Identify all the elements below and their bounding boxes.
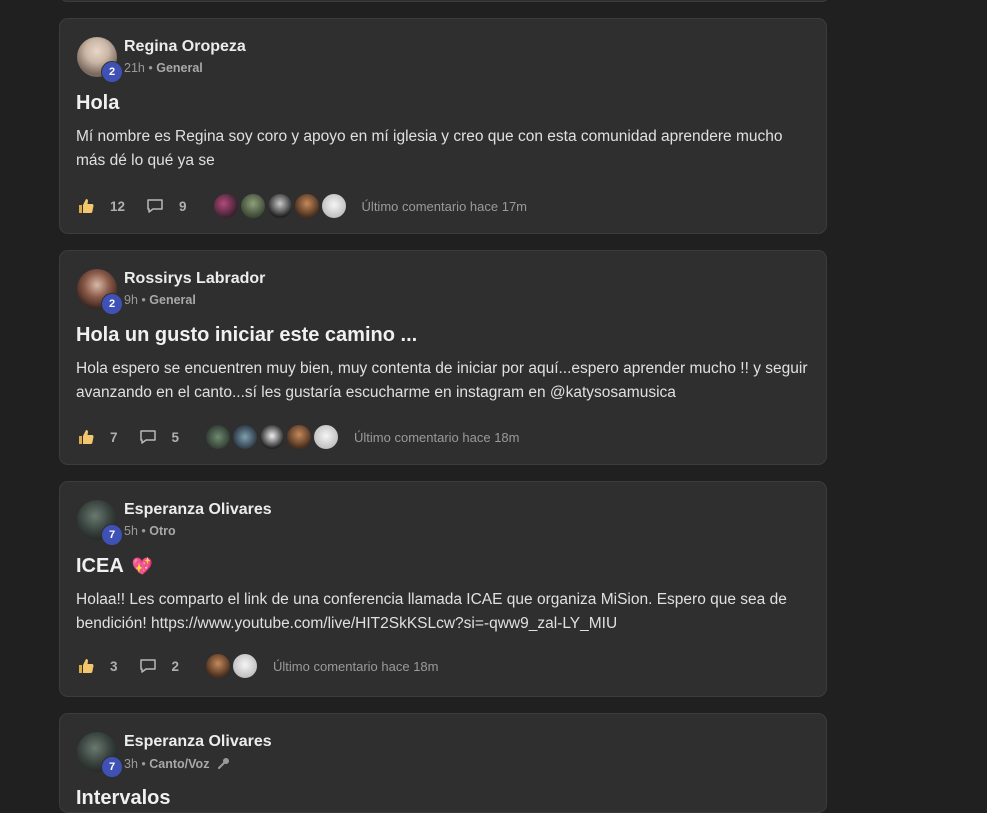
- post-title[interactable]: ICEA 💖: [76, 555, 153, 578]
- commenter-avatar[interactable]: [232, 653, 259, 679]
- comment-icon[interactable]: [138, 656, 158, 676]
- comment-count: 5: [171, 429, 180, 445]
- post-actions: 12 9 Último comentario hace 17m: [76, 192, 527, 220]
- author-name[interactable]: Rossirys Labrador: [124, 270, 265, 288]
- author-avatar[interactable]: 7: [77, 732, 123, 778]
- like-count: 12: [110, 198, 126, 214]
- post-card[interactable]: 2 Regina Oropeza 21h • General Hola Mí n…: [59, 18, 827, 234]
- commenter-avatar[interactable]: [212, 193, 239, 219]
- commenter-avatar[interactable]: [286, 424, 313, 450]
- level-badge: 7: [101, 756, 123, 778]
- post-time: 3h: [124, 757, 138, 771]
- post-body: Holaa!! Les comparto el link de una conf…: [76, 591, 787, 632]
- post-card[interactable]: 7 Esperanza Olivares 3h • Canto/Voz Inte…: [59, 713, 827, 813]
- post-title[interactable]: Hola un gusto iniciar este camino ...: [76, 324, 417, 347]
- commenter-avatar[interactable]: [259, 424, 286, 450]
- post-actions: 3 2 Último comentario hace 18m: [76, 652, 439, 680]
- post-time: 5h: [124, 524, 138, 538]
- commenter-avatar[interactable]: [205, 653, 232, 679]
- comment-count: 9: [179, 198, 187, 214]
- thumbs-up-icon[interactable]: [76, 656, 96, 676]
- meta-separator: •: [141, 757, 146, 771]
- author-avatar[interactable]: 2: [77, 37, 123, 83]
- post-category[interactable]: General: [149, 293, 196, 307]
- commenter-avatars: [205, 653, 259, 679]
- post-time: 9h: [124, 293, 138, 307]
- commenter-avatar[interactable]: [239, 193, 266, 219]
- post-body: Hola espero se encuentren muy bien, muy …: [76, 360, 808, 401]
- author-name[interactable]: Esperanza Olivares: [124, 733, 272, 751]
- last-comment-time: Último comentario hace 18m: [354, 429, 520, 445]
- commenter-avatars: [212, 193, 348, 219]
- commenter-avatar[interactable]: [320, 193, 347, 219]
- like-count: 3: [110, 658, 118, 674]
- meta-separator: •: [141, 293, 146, 307]
- post-actions: 7 5 Último comentario hace 18m: [76, 423, 520, 451]
- post-category[interactable]: Otro: [149, 524, 175, 538]
- meta-separator: •: [148, 61, 153, 75]
- commenter-avatar[interactable]: [266, 193, 293, 219]
- microphone-icon: [217, 758, 229, 769]
- commenter-avatar[interactable]: [205, 424, 232, 450]
- post-title-text: Intervalos: [76, 787, 171, 809]
- meta-separator: •: [141, 524, 146, 538]
- like-count: 7: [110, 429, 118, 445]
- author-name[interactable]: Regina Oropeza: [124, 38, 246, 56]
- comment-icon[interactable]: [145, 196, 165, 216]
- level-badge: 7: [101, 524, 123, 546]
- last-comment-time: Último comentario hace 18m: [273, 658, 439, 674]
- level-badge: 2: [101, 61, 123, 83]
- post-card[interactable]: 7 Esperanza Olivares 5h • Otro ICEA 💖 Ho…: [59, 481, 827, 697]
- post-time: 21h: [124, 61, 145, 75]
- author-avatar[interactable]: 7: [77, 500, 123, 546]
- previous-post-card-edge: [60, 0, 829, 2]
- post-meta: 5h • Otro: [124, 524, 176, 538]
- post-category[interactable]: Canto/Voz: [149, 757, 209, 771]
- last-comment-time: Último comentario hace 17m: [361, 198, 528, 214]
- post-body: Mí nombre es Regina soy coro y apoyo en …: [76, 128, 783, 169]
- post-category[interactable]: General: [156, 61, 203, 75]
- commenter-avatars: [205, 424, 340, 450]
- post-meta: 9h • General: [124, 293, 196, 307]
- post-meta: 3h • Canto/Voz: [124, 756, 231, 771]
- post-title-text: ICEA: [76, 555, 124, 577]
- post-card[interactable]: 2 Rossirys Labrador 9h • General Hola un…: [59, 250, 827, 465]
- post-meta: 21h • General: [124, 61, 203, 75]
- author-name[interactable]: Esperanza Olivares: [124, 501, 272, 519]
- heart-icon: 💖: [131, 556, 153, 576]
- level-badge: 2: [101, 293, 123, 315]
- comment-count: 2: [171, 658, 180, 674]
- thumbs-up-icon[interactable]: [76, 196, 96, 216]
- commenter-avatar[interactable]: [232, 424, 259, 450]
- author-avatar[interactable]: 2: [77, 269, 123, 315]
- post-title-text: Hola: [76, 92, 120, 114]
- thumbs-up-icon[interactable]: [76, 427, 96, 447]
- commenter-avatar[interactable]: [293, 193, 320, 219]
- post-title-text: Hola un gusto iniciar este camino ...: [76, 324, 418, 346]
- post-title[interactable]: Hola: [76, 92, 119, 115]
- commenter-avatar[interactable]: [313, 424, 340, 450]
- comment-icon[interactable]: [138, 427, 158, 447]
- post-title[interactable]: Intervalos: [76, 787, 170, 810]
